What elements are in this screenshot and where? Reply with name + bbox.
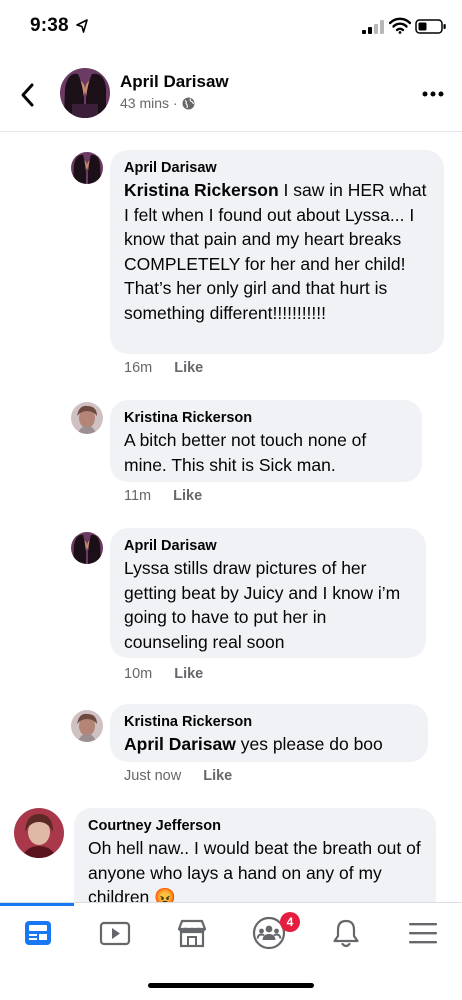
comment-author[interactable]: Kristina Rickerson bbox=[124, 408, 409, 428]
post-header: April Darisaw 43 mins · bbox=[0, 60, 462, 132]
comment: April Darisaw Kristina Rickerson I saw i… bbox=[0, 150, 462, 380]
comment: Kristina Rickerson April Darisaw yes ple… bbox=[0, 704, 462, 792]
comment-time: 10m bbox=[124, 666, 153, 682]
comment-actions: 10m Like bbox=[124, 666, 203, 682]
post-time: 43 mins · bbox=[120, 95, 178, 111]
more-icon[interactable] bbox=[422, 90, 444, 98]
avatar[interactable] bbox=[71, 532, 103, 564]
avatar[interactable] bbox=[60, 68, 110, 118]
like-button[interactable]: Like bbox=[173, 488, 202, 504]
avatar[interactable] bbox=[71, 402, 103, 434]
comment-bubble[interactable]: Kristina Rickerson April Darisaw yes ple… bbox=[110, 704, 428, 762]
globe-icon bbox=[182, 97, 195, 109]
comment-text: A bitch better not touch none of mine. T… bbox=[124, 430, 367, 475]
like-button[interactable]: Like bbox=[174, 360, 203, 376]
comment-text: Oh hell naw.. I would beat the breath ou… bbox=[88, 838, 421, 907]
comment: Kristina Rickerson A bitch better not to… bbox=[0, 400, 462, 510]
comment: April Darisaw Lyssa stills draw pictures… bbox=[0, 528, 462, 688]
comment-mention[interactable]: April Darisaw bbox=[124, 734, 236, 754]
wifi-icon bbox=[389, 17, 411, 34]
menu-icon[interactable] bbox=[405, 915, 441, 951]
signal-icon bbox=[362, 20, 384, 34]
avatar[interactable] bbox=[14, 808, 64, 858]
comment-text: Kristina Rickerson I saw in HER what I f… bbox=[124, 180, 427, 323]
comment-author[interactable]: Kristina Rickerson bbox=[124, 712, 415, 732]
comment-actions: 16m Like bbox=[124, 360, 203, 376]
comment-time: Just now bbox=[124, 768, 182, 784]
bell-icon[interactable] bbox=[328, 915, 364, 951]
comment-time: 11m bbox=[124, 488, 152, 504]
comment-time: 16m bbox=[124, 360, 153, 376]
comment-actions: 11m Like bbox=[124, 488, 202, 504]
comment-mention[interactable]: Kristina Rickerson bbox=[124, 180, 279, 200]
like-button[interactable]: Like bbox=[203, 768, 232, 784]
home-indicator bbox=[148, 983, 314, 988]
post-author-name[interactable]: April Darisaw bbox=[120, 72, 229, 92]
comment-bubble[interactable]: April Darisaw Kristina Rickerson I saw i… bbox=[110, 150, 444, 354]
comment-bubble[interactable]: April Darisaw Lyssa stills draw pictures… bbox=[110, 528, 426, 658]
watch-icon[interactable] bbox=[97, 915, 133, 951]
comment-text: Lyssa stills draw pictures of her gettin… bbox=[124, 558, 401, 652]
news-feed-icon[interactable] bbox=[20, 915, 56, 951]
avatar[interactable] bbox=[71, 710, 103, 742]
comment-actions: Just now Like bbox=[124, 768, 232, 784]
status-bar: 9:38 bbox=[0, 0, 462, 52]
marketplace-icon[interactable] bbox=[174, 915, 210, 951]
back-icon[interactable] bbox=[18, 82, 38, 108]
active-tab-indicator bbox=[0, 903, 74, 906]
battery-icon bbox=[415, 19, 446, 34]
comment-author[interactable]: Courtney Jefferson bbox=[88, 816, 423, 836]
comment-author[interactable]: April Darisaw bbox=[124, 158, 431, 178]
notification-badge: 4 bbox=[280, 912, 300, 932]
like-button[interactable]: Like bbox=[174, 666, 203, 682]
avatar[interactable] bbox=[71, 152, 103, 184]
comment-bubble[interactable]: Kristina Rickerson A bitch better not to… bbox=[110, 400, 422, 482]
post-meta: 43 mins · bbox=[120, 95, 195, 111]
comment-text: April Darisaw yes please do boo bbox=[124, 734, 383, 754]
status-time: 9:38 bbox=[30, 15, 69, 36]
comment-author[interactable]: April Darisaw bbox=[124, 536, 413, 556]
location-arrow-icon bbox=[76, 19, 88, 33]
